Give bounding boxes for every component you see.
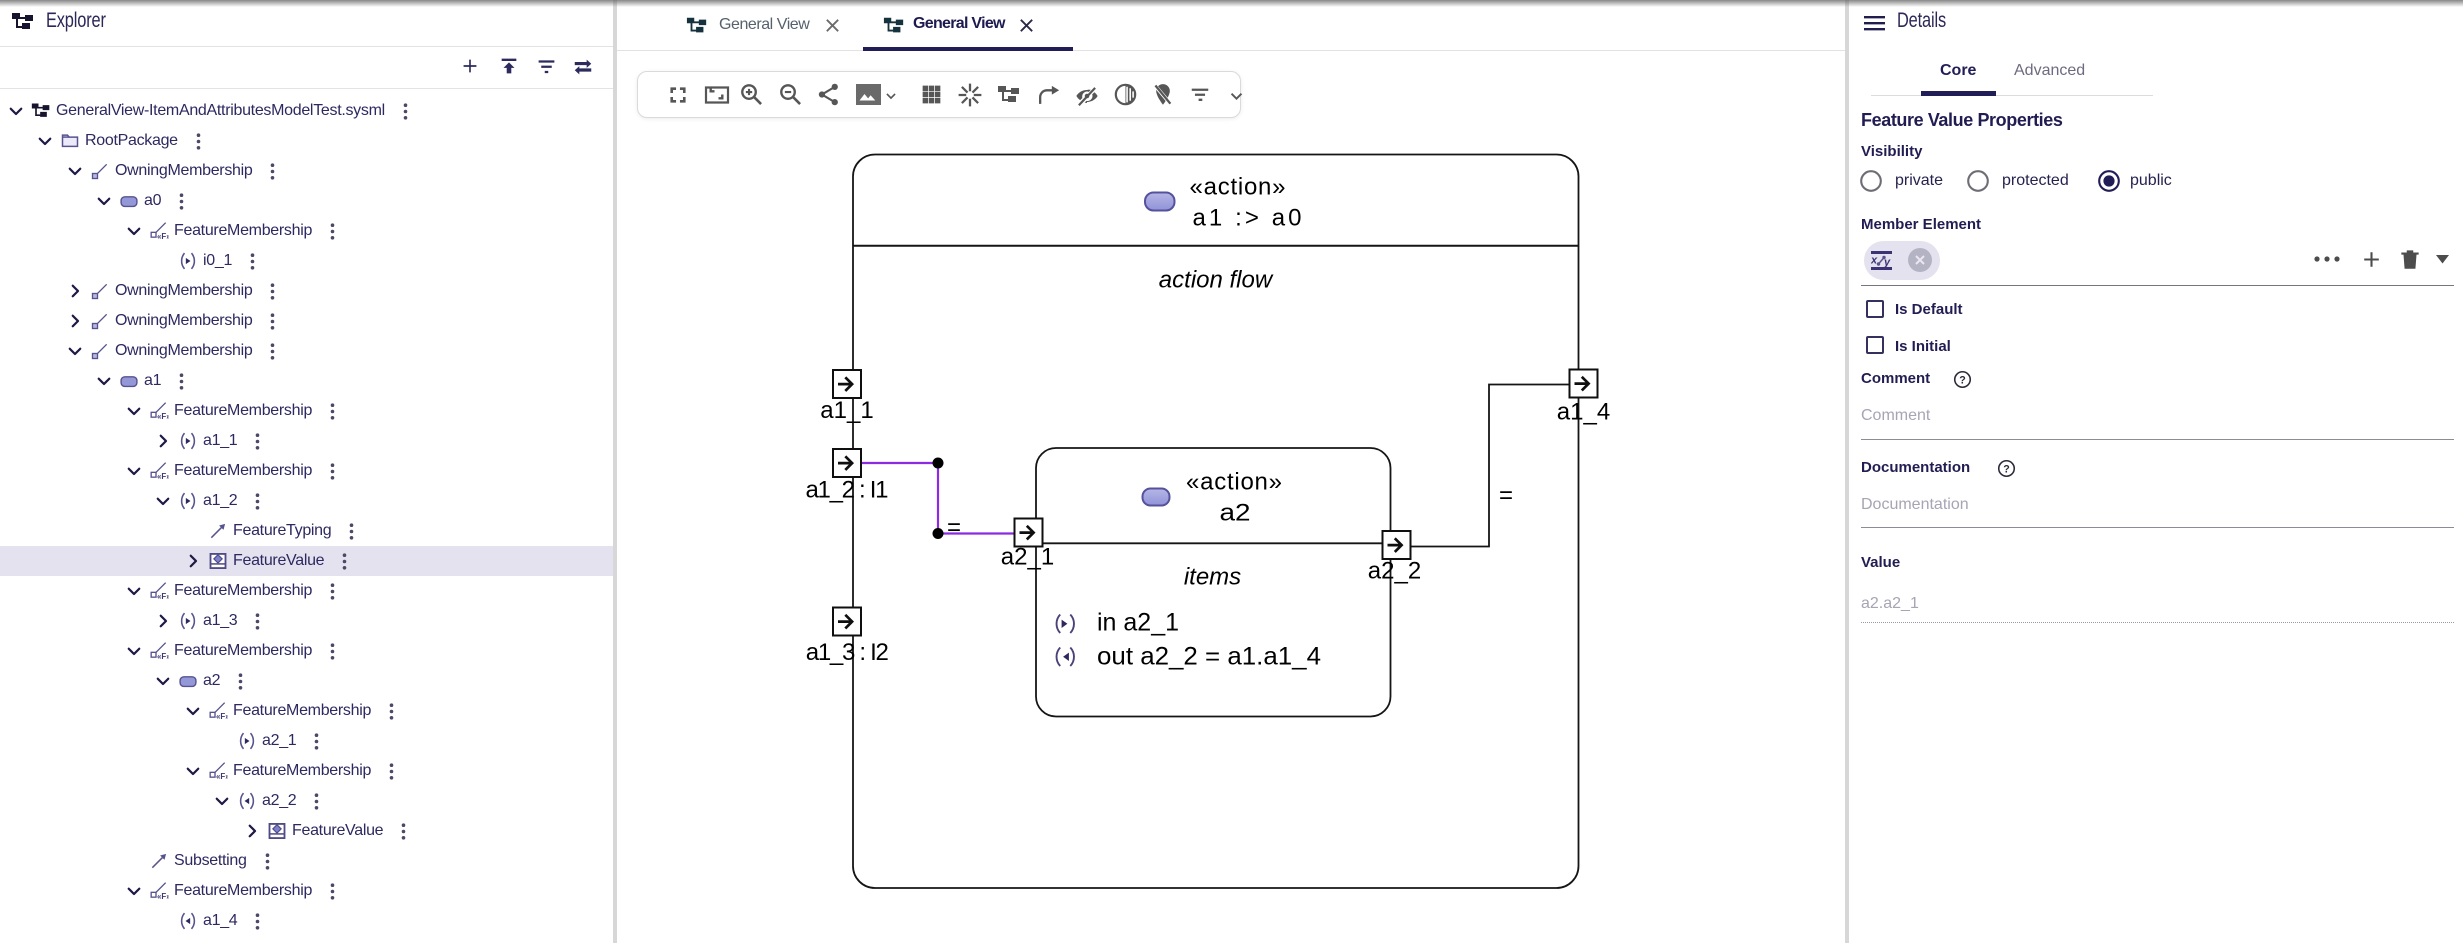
svg-text:a1_4: a1_4	[1557, 399, 1610, 426]
svg-text:x: x	[1871, 255, 1878, 267]
svg-text:«action»: «action»	[1190, 174, 1286, 201]
svg-text:out a2_2 = a1.a1_4: out a2_2 = a1.a1_4	[1097, 643, 1321, 671]
svg-text:a1_1: a1_1	[820, 397, 873, 424]
svg-text:a2: a2	[1220, 500, 1251, 527]
svg-text:a2_1: a2_1	[1001, 544, 1054, 571]
svg-text:a1_2 : I1: a1_2 : I1	[806, 477, 889, 504]
svg-text:action flow: action flow	[1159, 267, 1274, 294]
svg-text:=: =	[1499, 482, 1513, 509]
svg-text:?: ?	[2003, 463, 2010, 475]
svg-text:=: =	[947, 514, 961, 541]
svg-text:a1_3 : I2: a1_3 : I2	[806, 639, 889, 666]
svg-text:items: items	[1184, 564, 1241, 591]
svg-text:in a2_1: in a2_1	[1097, 609, 1179, 637]
svg-text:«action»: «action»	[1186, 469, 1282, 496]
svg-text:a2_2: a2_2	[1368, 558, 1421, 585]
svg-text:?: ?	[1959, 374, 1966, 386]
